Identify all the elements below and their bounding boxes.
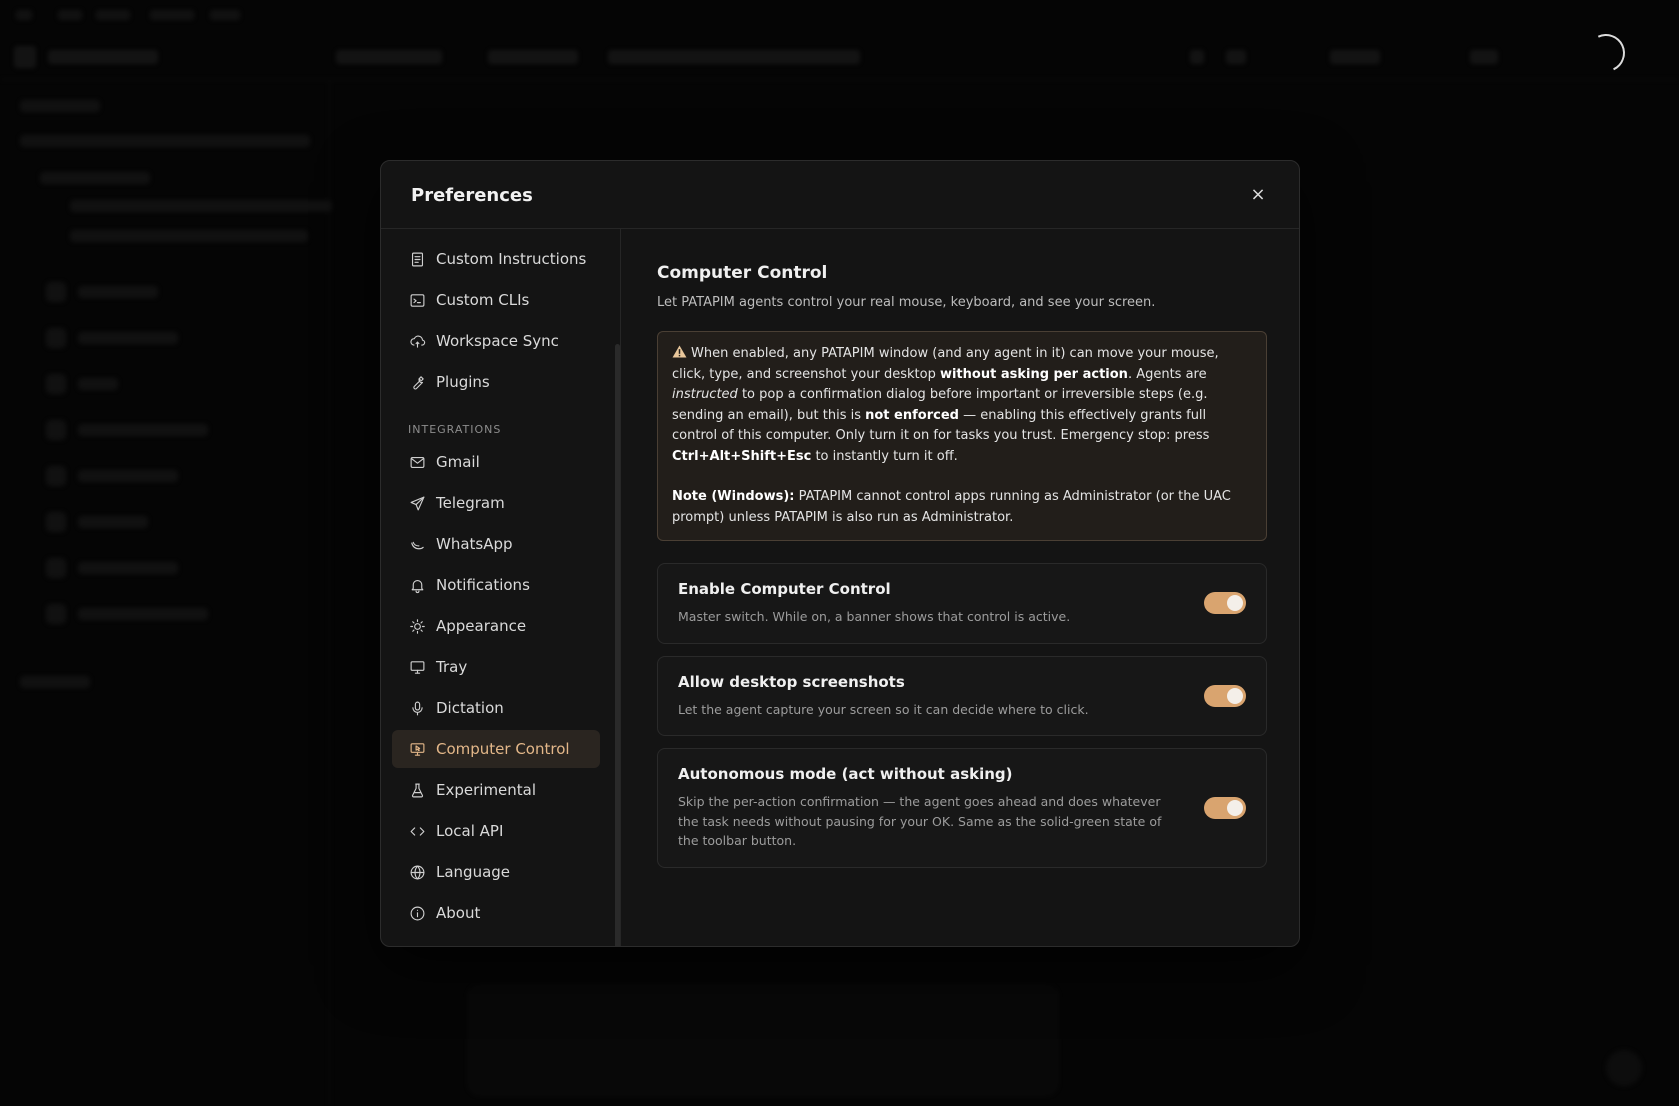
setting-autonomous-mode: Autonomous mode (act without asking) Ski… [657,748,1267,868]
mail-icon [408,453,426,471]
background-header [0,34,1679,80]
setting-enable-computer-control: Enable Computer Control Master switch. W… [657,563,1267,644]
nav-item-label: Gmail [436,453,480,471]
bell-icon [408,576,426,594]
nav-item-custom-instructions[interactable]: Custom Instructions [392,240,600,278]
background-title-bar [0,0,1679,34]
send-icon [408,494,426,512]
nav-item-notifications[interactable]: Notifications [392,566,600,604]
warning-note: Note (Windows): PATAPIM cannot control a… [672,489,1231,525]
nav-item-label: Appearance [436,617,527,635]
background-sidebar [0,80,332,1106]
microphone-icon [408,699,426,717]
nav-section-integrations: INTEGRATIONS [408,423,502,436]
warning-text: When enabled, any PATAPIM window (and an… [672,345,1219,464]
globe-icon [408,863,426,881]
autonomous-mode-toggle[interactable] [1204,796,1246,819]
nav-scrollbar[interactable] [615,344,620,946]
preferences-modal: Preferences × Custom Instructions Custom… [380,160,1300,947]
setting-allow-desktop-screenshots: Allow desktop screenshots Let the agent … [657,655,1267,736]
close-button[interactable]: × [1245,181,1271,207]
cloud-sync-icon [408,332,426,350]
computer-control-panel: Computer Control Let PATAPIM agents cont… [622,229,1299,946]
nav-item-gmail[interactable]: Gmail [392,443,600,481]
nav-item-label: Workspace Sync [436,332,559,350]
cursor-monitor-icon [408,740,426,758]
sun-icon [408,617,426,635]
nav-item-tray[interactable]: Tray [392,648,600,686]
info-icon [408,904,426,922]
nav-item-label: About [436,904,481,922]
whatsapp-icon [408,535,426,553]
warning-icon [672,345,687,358]
background-composer [468,985,1058,1095]
modal-title: Preferences [411,185,533,206]
setting-description: Skip the per-action confirmation — the a… [678,794,1162,848]
toggle-knob [1227,687,1243,704]
panel-title: Computer Control [657,263,828,283]
nav-item-local-api[interactable]: Local API [392,812,600,850]
nav-item-computer-control[interactable]: Computer Control [392,730,600,768]
nav-item-plugins[interactable]: Plugins [392,363,600,401]
nav-item-label: Dictation [436,699,504,717]
terminal-icon [408,291,426,309]
preferences-nav: Custom Instructions Custom CLIs Workspac… [381,229,621,946]
nav-item-appearance[interactable]: Appearance [392,607,600,645]
nav-item-about[interactable]: About [392,894,600,932]
close-icon: × [1250,183,1266,205]
document-icon [408,250,426,268]
toggle-knob [1227,595,1243,612]
panel-subtitle: Let PATAPIM agents control your real mou… [657,295,1156,310]
nav-item-custom-clis[interactable]: Custom CLIs [392,281,600,319]
nav-item-experimental[interactable]: Experimental [392,771,600,809]
toggle-knob [1227,799,1243,816]
background-round-button [1606,1050,1642,1086]
nav-item-label: Plugins [436,373,490,391]
flask-icon [408,781,426,799]
allow-desktop-screenshots-toggle[interactable] [1204,684,1246,707]
nav-item-label: Tray [436,658,468,676]
setting-title: Allow desktop screenshots [678,672,905,691]
nav-item-whatsapp[interactable]: WhatsApp [392,525,600,563]
nav-item-label: Computer Control [436,740,570,758]
nav-item-label: Notifications [436,576,530,594]
code-icon [408,822,426,840]
nav-item-label: WhatsApp [436,535,513,553]
setting-description: Let the agent capture your screen so it … [678,701,1089,717]
nav-item-label: Custom Instructions [436,250,587,268]
wrench-icon [408,373,426,391]
enable-computer-control-toggle[interactable] [1204,592,1246,615]
setting-description: Master switch. While on, a banner shows … [678,609,1071,624]
nav-item-label: Telegram [436,494,505,512]
nav-item-label: Language [436,863,511,881]
nav-item-label: Custom CLIs [436,291,530,309]
monitor-icon [408,658,426,676]
nav-item-label: Experimental [436,781,537,799]
warning-box: When enabled, any PATAPIM window (and an… [657,331,1267,541]
nav-item-dictation[interactable]: Dictation [392,689,600,727]
setting-title: Autonomous mode (act without asking) [678,765,1013,783]
nav-item-label: Local API [436,822,504,840]
nav-item-telegram[interactable]: Telegram [392,484,600,522]
nav-item-language[interactable]: Language [392,853,600,891]
modal-header: Preferences × [381,161,1299,229]
nav-item-workspace-sync[interactable]: Workspace Sync [392,322,600,360]
setting-title: Enable Computer Control [678,580,891,598]
